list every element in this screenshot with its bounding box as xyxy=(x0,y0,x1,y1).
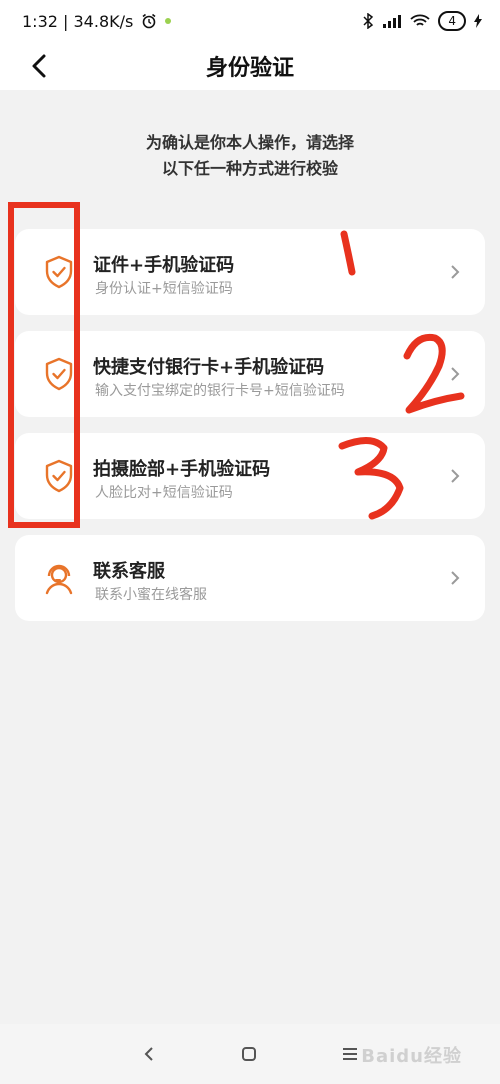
contact-support-item[interactable]: 联系客服 联系小蜜在线客服 xyxy=(15,535,485,621)
status-time: 1:32 | 34.8K/s xyxy=(22,11,134,31)
support-subtitle: 联系小蜜在线客服 xyxy=(95,587,207,603)
instruction-line-2: 以下任一种方式进行校验 xyxy=(161,159,338,178)
option-face-sms[interactable]: 拍摄脸部+手机验证码 人脸比对+短信验证码 xyxy=(15,433,485,519)
support-title: 联系客服 xyxy=(93,561,165,582)
option-title: 拍摄脸部+手机验证码 xyxy=(93,459,271,480)
chevron-right-icon xyxy=(451,571,460,585)
customer-service-icon xyxy=(45,564,73,595)
wifi-icon xyxy=(410,14,430,26)
status-right: 4 xyxy=(362,11,482,31)
page-title: 身份验证 xyxy=(205,56,294,81)
status-bar: 1:32 | 34.8K/s 4 xyxy=(0,0,500,42)
battery-icon: 4 xyxy=(438,11,466,31)
signal-icon xyxy=(383,15,402,28)
instructions: 为确认是你本人操作，请选择 以下任一种方式进行校验 xyxy=(0,130,500,182)
status-left: 1:32 | 34.8K/s xyxy=(22,11,172,31)
option-bankcard-sms[interactable]: 快捷支付银行卡+手机验证码 输入支付宝绑定的银行卡号+短信验证码 xyxy=(15,331,485,417)
nav-home-icon[interactable] xyxy=(241,1046,257,1062)
instruction-line-1: 为确认是你本人操作，请选择 xyxy=(145,133,354,152)
bluetooth-icon xyxy=(363,13,374,29)
watermark: Baidu经验 xyxy=(361,1046,462,1067)
back-icon[interactable] xyxy=(26,52,54,80)
alarm-icon xyxy=(142,13,156,29)
option-subtitle: 身份认证+短信验证码 xyxy=(95,281,233,297)
annotation-highlight-box xyxy=(8,202,80,528)
nav-menu-icon[interactable] xyxy=(342,1047,358,1061)
option-subtitle: 人脸比对+短信验证码 xyxy=(95,485,233,501)
option-id-sms[interactable]: 证件+手机验证码 身份认证+短信验证码 xyxy=(15,229,485,315)
chevron-right-icon xyxy=(451,265,460,279)
option-subtitle: 输入支付宝绑定的银行卡号+短信验证码 xyxy=(95,383,345,399)
option-title: 证件+手机验证码 xyxy=(93,255,235,276)
chevron-right-icon xyxy=(451,469,460,483)
nav-back-icon[interactable] xyxy=(142,1046,156,1062)
notification-dot-icon xyxy=(165,18,172,24)
option-title: 快捷支付银行卡+手机验证码 xyxy=(93,357,325,378)
chevron-right-icon xyxy=(451,367,460,381)
nav-bar: 身份验证 xyxy=(0,42,500,90)
charging-icon xyxy=(474,14,482,28)
